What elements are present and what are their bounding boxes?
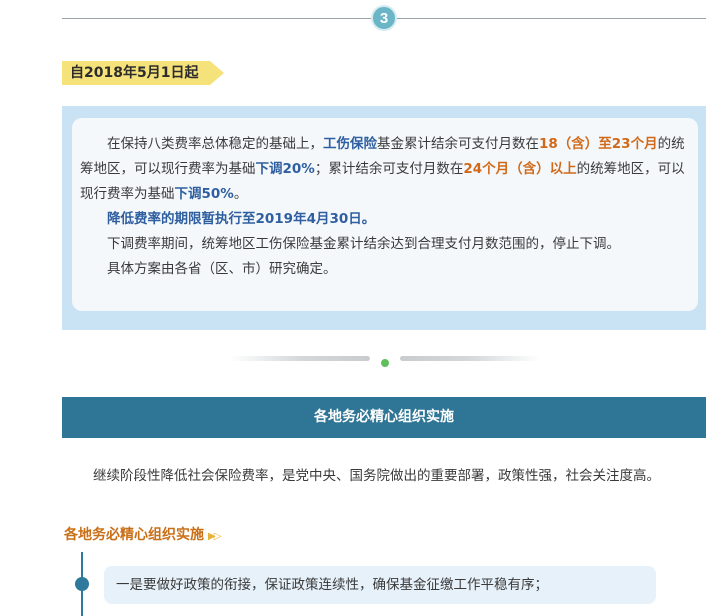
notice-paragraph-4: 具体方案由各省（区、市）研究确定。 — [107, 261, 337, 277]
divider-bar-left — [230, 356, 370, 361]
bullet-text: 一是要做好政策的衔接，保证政策连续性，确保基金征缴工作平稳有序； — [116, 577, 548, 593]
notice-paragraph-1: 在保持八类费率总体稳定的基础上，工伤保险基金累计结余可支付月数在18（含）至23… — [80, 132, 686, 207]
divider-bar-right — [400, 356, 540, 361]
notice-highlight: 18（含）至23个月 — [539, 136, 658, 152]
divider-dot-icon — [381, 359, 389, 367]
notice-highlight: 下调20% — [255, 161, 315, 177]
notice-text: 。 — [233, 186, 248, 202]
notice-card: 在保持八类费率总体稳定的基础上，工伤保险基金累计结余可支付月数在18（含）至23… — [72, 118, 698, 311]
sub-heading: 各地务必精心组织实施 ▶▷ — [64, 524, 221, 544]
bullet-item: 一是要做好政策的衔接，保证政策连续性，确保基金征缴工作平稳有序； — [104, 566, 656, 604]
date-tag-label: 自2018年5月1日起 — [70, 65, 199, 81]
sub-heading-text: 各地务必精心组织实施 — [64, 527, 204, 543]
notice-highlight: 24个月（含）以上 — [463, 161, 577, 177]
date-tag: 自2018年5月1日起 — [62, 61, 225, 85]
intro-paragraph: 继续阶段性降低社会保险费率，是党中央、国务院做出的重要部署，政策性强，社会关注度… — [93, 468, 660, 484]
notice-text: 基金累计结余可支付月数在 — [377, 136, 539, 152]
notice-paragraph-3: 下调费率期间，统筹地区工伤保险基金累计结余达到合理支付月数范围的，停止下调。 — [107, 236, 620, 252]
notice-highlight: 工伤保险 — [323, 136, 377, 152]
chevron-right-icon — [210, 61, 225, 85]
notice-paragraph-2: 降低费率的期限暂执行至2019年4月30日。 — [107, 211, 376, 227]
step-number-badge: 3 — [371, 5, 397, 31]
notice-highlight: 下调50% — [174, 186, 234, 202]
notice-text: 在保持八类费率总体稳定的基础上， — [107, 136, 323, 152]
ornament-divider — [230, 352, 540, 368]
section-title-bar: 各地务必精心组织实施 — [62, 397, 706, 438]
timeline-dot-icon — [75, 577, 89, 591]
section-title: 各地务必精心组织实施 — [314, 409, 454, 425]
notice-text: ；累计结余可支付月数在 — [314, 161, 464, 177]
double-triangle-icon: ▶▷ — [208, 531, 221, 542]
